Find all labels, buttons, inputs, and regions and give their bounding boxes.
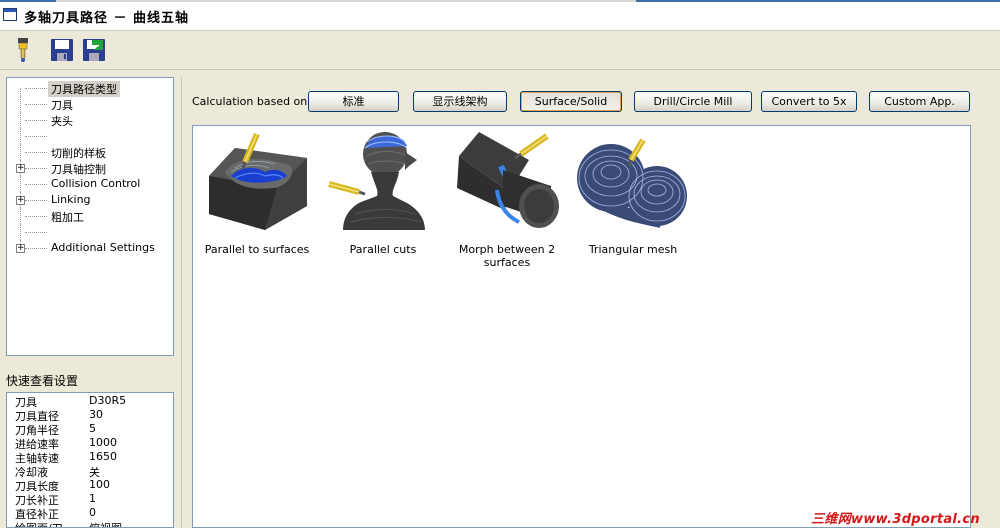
gallery-caption: Morph between 2 surfaces [458, 243, 556, 269]
tree-item-label: 刀具路径类型 [48, 81, 120, 97]
quick-settings-list: 刀具 D30R5 刀具直径 30 刀角半径 5 进给速率 1000 主轴转速 1650 冷… [6, 392, 174, 528]
quick-settings-row: 刀角半径 5 [7, 422, 173, 437]
setting-value: 1650 [89, 450, 117, 463]
tree-item-toolpath-type[interactable]: 刀具路径类型 [7, 80, 173, 97]
toolpath-gallery: Parallel to surfaces Parallel cuts Morph… [192, 125, 971, 528]
setting-value: 100 [89, 478, 110, 491]
gallery-caption: Parallel cuts [349, 243, 417, 256]
setting-key: 绘图面/刀… [15, 520, 74, 527]
tree-item-blank-2 [7, 224, 173, 240]
tree-item-linking[interactable]: + Linking [7, 192, 173, 208]
parallel-cuts-head-icon [328, 132, 425, 230]
quick-settings-row: 进给速率 1000 [7, 436, 173, 451]
tree-item-label: 夹头 [51, 115, 73, 128]
tree-item-label: 刀具轴控制 [51, 163, 106, 176]
window-icon [3, 8, 17, 21]
toolbar [0, 32, 1000, 70]
tree-item-cut-pattern[interactable]: 切削的样板 [7, 144, 173, 160]
tree-item-label: 刀具 [51, 99, 73, 112]
title-top-strip [0, 0, 1000, 2]
setting-value: 0 [89, 506, 96, 519]
expand-plus-icon[interactable]: + [16, 164, 25, 173]
tree-item-label: Collision Control [51, 177, 141, 190]
tree-item-tool-axis-control[interactable]: + 刀具轴控制 [7, 160, 173, 176]
setting-value: 5 [89, 422, 96, 435]
calculation-label: Calculation based on: [192, 95, 311, 108]
calc-wireframe-button[interactable]: 显示线架构 [413, 91, 507, 112]
calc-surface-solid-button[interactable]: Surface/Solid [520, 91, 622, 112]
quick-settings-row: 冷却液关 [7, 464, 173, 479]
gallery-caption: Parallel to surfaces [204, 243, 310, 256]
setting-value: 1 [89, 492, 96, 505]
tree-item-label: 切削的样板 [51, 147, 106, 160]
watermark-text: 三维网www.3dportal.cn [811, 512, 980, 527]
expand-plus-icon[interactable]: + [16, 196, 25, 205]
tree-item-blank-1 [7, 128, 173, 144]
save-export-icon[interactable] [80, 36, 108, 64]
title-bar: 多轴刀具路径 － 曲线五轴 [0, 0, 1000, 31]
setting-value: D30R5 [89, 394, 127, 407]
parallel-to-surfaces-icon [209, 132, 307, 230]
morph-between-surfaces-icon [457, 132, 559, 228]
quick-settings-row: 主轴转速 1650 [7, 450, 173, 465]
tree-item-label: Additional Settings [51, 241, 155, 254]
tree-item-tool[interactable]: 刀具 [7, 96, 173, 112]
quick-settings-row: 直径补正 0 [7, 506, 173, 521]
expand-plus-icon[interactable]: + [16, 244, 25, 253]
quick-settings-row: 刀具长度 100 [7, 478, 173, 493]
quick-settings-row: 绘图面/刀… 俯视图 [7, 520, 173, 527]
tree-item-collision-control[interactable]: Collision Control [7, 176, 173, 192]
calc-convert-5x-button[interactable]: Convert to 5x [761, 91, 857, 112]
options-tree: 刀具路径类型 刀具 夹头 切削的样板 + 刀具轴控制 Collision Con… [6, 77, 174, 356]
tree-item-roughing[interactable]: 粗加工 [7, 208, 173, 224]
save-icon[interactable] [48, 36, 76, 64]
calc-drill-circle-mill-button[interactable]: Drill/Circle Mill [634, 91, 752, 112]
quick-settings-row: 刀具直径 30 [7, 408, 173, 423]
tree-item-holder[interactable]: 夹头 [7, 112, 173, 128]
triangular-mesh-icon [577, 138, 687, 228]
quick-settings-title: 快速查看设置 [6, 374, 79, 388]
calc-custom-app-button[interactable]: Custom App. [869, 91, 970, 112]
tree-item-label: Linking [51, 193, 91, 206]
setting-value: 1000 [89, 436, 117, 449]
tree-item-label: 粗加工 [51, 211, 84, 224]
window-title: 多轴刀具路径 － 曲线五轴 [24, 11, 190, 26]
tool-probe-icon[interactable] [9, 36, 37, 64]
setting-value: 俯视图 [89, 520, 122, 527]
quick-settings-row: 刀具 D30R5 [7, 394, 173, 409]
calc-standard-button[interactable]: 标准 [308, 91, 399, 112]
setting-value: 30 [89, 408, 103, 421]
quick-settings-row: 刀长补正 1 [7, 492, 173, 507]
gallery-caption: Triangular mesh [588, 243, 678, 256]
tree-item-additional-settings[interactable]: + Additional Settings [7, 240, 173, 256]
